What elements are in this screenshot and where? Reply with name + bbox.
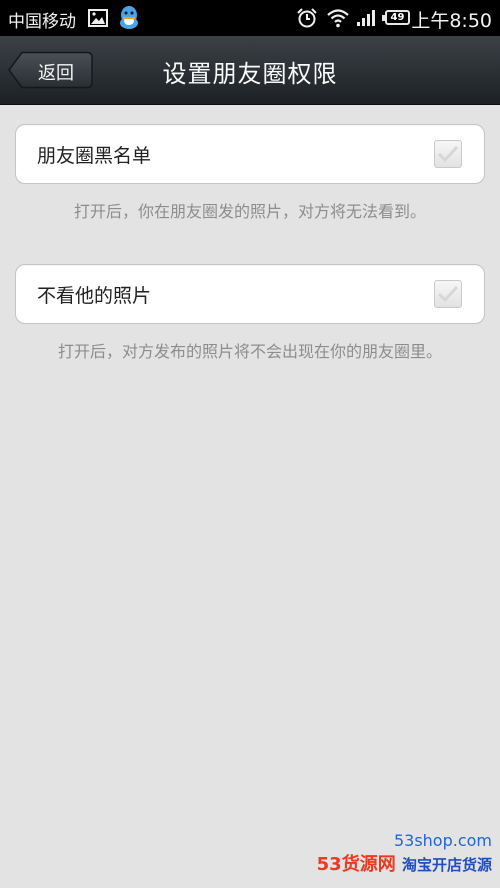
- hide-photos-checkbox[interactable]: [434, 280, 462, 308]
- watermark-site: 53shop.com: [393, 831, 492, 850]
- watermark: 53shop.com 53货源网 淘宝开店货源: [317, 831, 492, 876]
- status-bar: 中国移动 49 上午8:50: [0, 0, 500, 36]
- setting-label: 朋友圈黑名单: [37, 145, 152, 167]
- setting-hint: 打开后，对方发布的照片将不会出现在你的朋友圈里。: [57, 342, 442, 361]
- alarm-icon: [296, 8, 318, 32]
- check-icon: [437, 145, 459, 163]
- qq-icon: [117, 5, 141, 35]
- page-title: 设置朋友圈权限: [162, 60, 338, 88]
- setting-hide-photos[interactable]: 不看他的照片: [15, 264, 485, 324]
- check-icon: [437, 285, 459, 303]
- blacklist-checkbox[interactable]: [434, 140, 462, 168]
- wifi-icon: [326, 8, 350, 32]
- setting-hint: 打开后，你在朋友圈发的照片，对方将无法看到。: [73, 202, 426, 221]
- setting-blacklist[interactable]: 朋友圈黑名单: [15, 124, 485, 184]
- watermark-brand: 53货源网: [316, 854, 396, 875]
- signal-icon: [356, 9, 378, 31]
- clock: 上午8:50: [411, 10, 492, 32]
- title-bar: 返回 设置朋友圈权限: [0, 36, 500, 105]
- watermark-tagline: 淘宝开店货源: [401, 856, 492, 874]
- carrier-name: 中国移动: [8, 12, 76, 32]
- image-icon: [88, 9, 108, 31]
- battery-icon: 49: [382, 10, 410, 25]
- setting-label: 不看他的照片: [37, 285, 152, 307]
